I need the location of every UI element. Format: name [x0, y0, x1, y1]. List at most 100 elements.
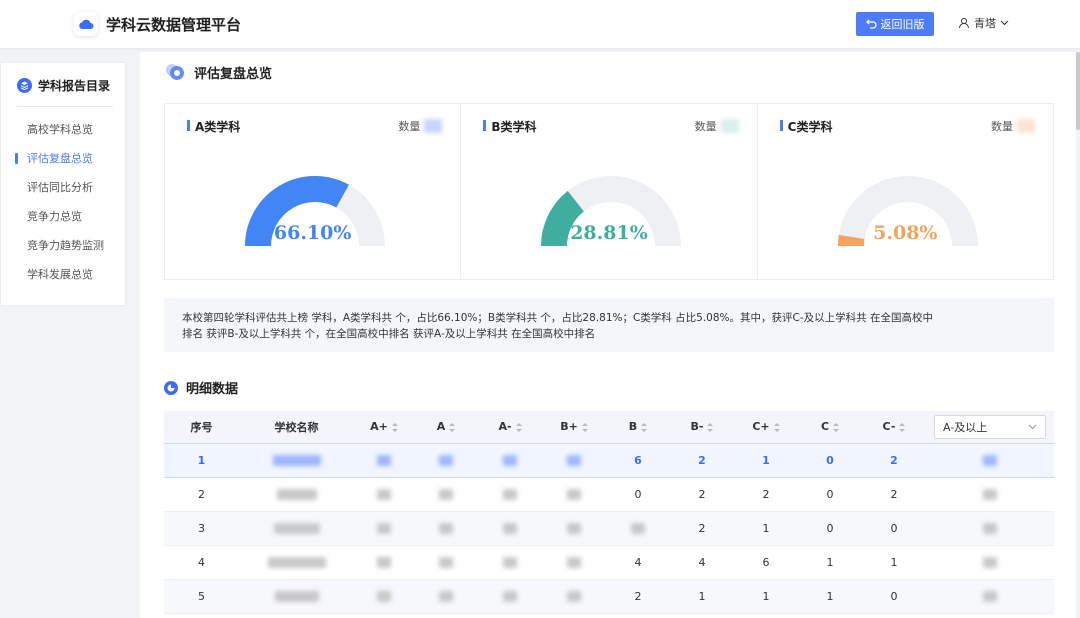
table-body: 16210220220232100444611521110	[164, 442, 1054, 614]
redacted-value	[503, 557, 517, 568]
table-cell: 0	[606, 477, 670, 512]
column-header[interactable]: B	[606, 411, 670, 443]
sidebar-title-label: 学科报告目录	[38, 79, 111, 93]
sort-icon[interactable]	[641, 422, 648, 432]
column-header[interactable]: C+	[734, 411, 798, 443]
table-row[interactable]: 162102	[164, 442, 1054, 478]
column-header[interactable]: B+	[542, 411, 606, 443]
sidebar-item[interactable]: 竞争力总览	[1, 208, 125, 237]
sort-icon[interactable]	[581, 422, 588, 432]
circle-dots-icon	[166, 64, 184, 80]
gauge-percentage: 5.08%	[873, 222, 938, 244]
table-cell: 2	[734, 477, 798, 512]
table-cell: 1	[734, 579, 798, 614]
table-cell: 2	[164, 477, 239, 512]
table-cell: 1	[862, 545, 926, 580]
detail-section-title: 明细数据	[164, 378, 238, 397]
table-cell	[239, 442, 354, 478]
sidebar-item[interactable]: 评估同比分析	[1, 179, 125, 208]
table-cell	[542, 579, 606, 614]
sidebar-item[interactable]: 学科发展总览	[1, 266, 125, 295]
table-cell: 2	[606, 579, 670, 614]
column-header[interactable]: A	[414, 411, 478, 443]
sidebar-item[interactable]: 高校学科总览	[1, 121, 125, 150]
main-content: 评估复盘总览 A类学科 数量 66.10% B类学科 数量 28.81% C类学科 数量 5.0…	[140, 52, 1076, 618]
column-header[interactable]: A-	[478, 411, 542, 443]
user-name: 青塔	[974, 17, 996, 30]
redacted-value	[983, 523, 997, 534]
table-cell	[478, 545, 542, 580]
table-cell: 2	[862, 477, 926, 512]
main-scrollbar[interactable]	[1076, 52, 1080, 130]
redacted-value	[272, 455, 321, 466]
circle-chart-icon	[164, 380, 178, 395]
redacted-value	[377, 591, 391, 602]
filter-header: A-及以上	[926, 411, 1054, 443]
redacted-value	[439, 591, 453, 602]
table-cell: 0	[862, 511, 926, 546]
column-header[interactable]: A+	[354, 411, 414, 443]
sidebar-divider	[17, 106, 113, 107]
column-header-label: B-	[690, 420, 704, 434]
card-count: 数量	[398, 118, 443, 134]
detail-title: 明细数据	[186, 382, 239, 397]
redacted-value	[567, 489, 581, 500]
sidebar-item[interactable]: 竞争力趋势监测	[1, 237, 125, 266]
app-title: 学科云数据管理平台	[106, 16, 242, 34]
table-row[interactable]: 202202	[164, 477, 1054, 512]
card-count: 数量	[695, 118, 739, 134]
table-row[interactable]: 521110	[164, 579, 1054, 614]
sort-icon[interactable]	[707, 422, 714, 432]
level-filter-select[interactable]: A-及以上	[934, 414, 1046, 439]
redacted-value	[983, 557, 997, 568]
card-count-label: 数量	[694, 120, 717, 133]
column-header-label: C-	[882, 420, 896, 434]
column-header[interactable]: C-	[862, 411, 926, 443]
card-count-label: 数量	[398, 120, 421, 133]
return-arrow-icon	[865, 19, 877, 29]
return-old-version-button[interactable]: 返回旧版	[856, 12, 934, 36]
redacted-value	[377, 557, 391, 568]
table-cell	[354, 442, 414, 478]
table-cell: 6	[606, 442, 670, 478]
redacted-value	[567, 591, 581, 602]
card-title: A类学科	[187, 118, 240, 135]
sidebar-item[interactable]: 评估复盘总览	[1, 150, 125, 179]
redacted-value	[983, 455, 997, 466]
card-title: B类学科	[483, 118, 536, 135]
redacted-value	[983, 489, 997, 500]
sort-icon[interactable]	[391, 422, 398, 432]
column-header-label: A	[436, 420, 446, 434]
sort-icon[interactable]	[515, 422, 522, 432]
sort-icon[interactable]	[833, 422, 840, 432]
redacted-value	[503, 455, 517, 466]
redacted-value	[567, 455, 581, 466]
table-cell	[354, 579, 414, 614]
table-cell	[414, 579, 478, 614]
user-menu[interactable]: 青塔	[958, 15, 1009, 31]
table-cell	[414, 477, 478, 512]
redacted-value	[274, 591, 319, 602]
summary-text: 本校第四轮学科评估共上榜 学科，A类学科共 个，占比66.10%；B类学科共 个…	[164, 298, 1054, 352]
gauge-percentage: 28.81%	[570, 222, 648, 244]
table-header-row: 序号 学校名称 A+ A A- B+ B B- C+ C C- A-及以上	[164, 411, 1054, 443]
table-row[interactable]: 444611	[164, 545, 1054, 580]
table-cell	[926, 442, 1054, 478]
column-header[interactable]: B-	[670, 411, 734, 443]
table-cell	[414, 511, 478, 546]
table-cell	[354, 477, 414, 512]
sort-icon[interactable]	[773, 422, 780, 432]
column-header-label: A-	[498, 420, 512, 434]
table-cell: 5	[164, 579, 239, 614]
column-header[interactable]: C	[798, 411, 862, 443]
column-header-label: C	[820, 420, 830, 434]
table-cell	[926, 579, 1054, 614]
card-count-value	[424, 119, 443, 133]
sort-icon[interactable]	[449, 422, 456, 432]
table-row[interactable]: 32100	[164, 511, 1054, 546]
table-cell	[239, 511, 354, 546]
summary-line-1: 本校第四轮学科评估共上榜 学科，A类学科共 个，占比66.10%；B类学科共 个…	[182, 312, 933, 324]
table-cell: 1	[798, 545, 862, 580]
sort-icon[interactable]	[899, 422, 906, 432]
sidebar-nav: 高校学科总览 评估复盘总览 评估同比分析 竞争力总览 竞争力趋势监测 学科发展总览	[1, 121, 125, 295]
